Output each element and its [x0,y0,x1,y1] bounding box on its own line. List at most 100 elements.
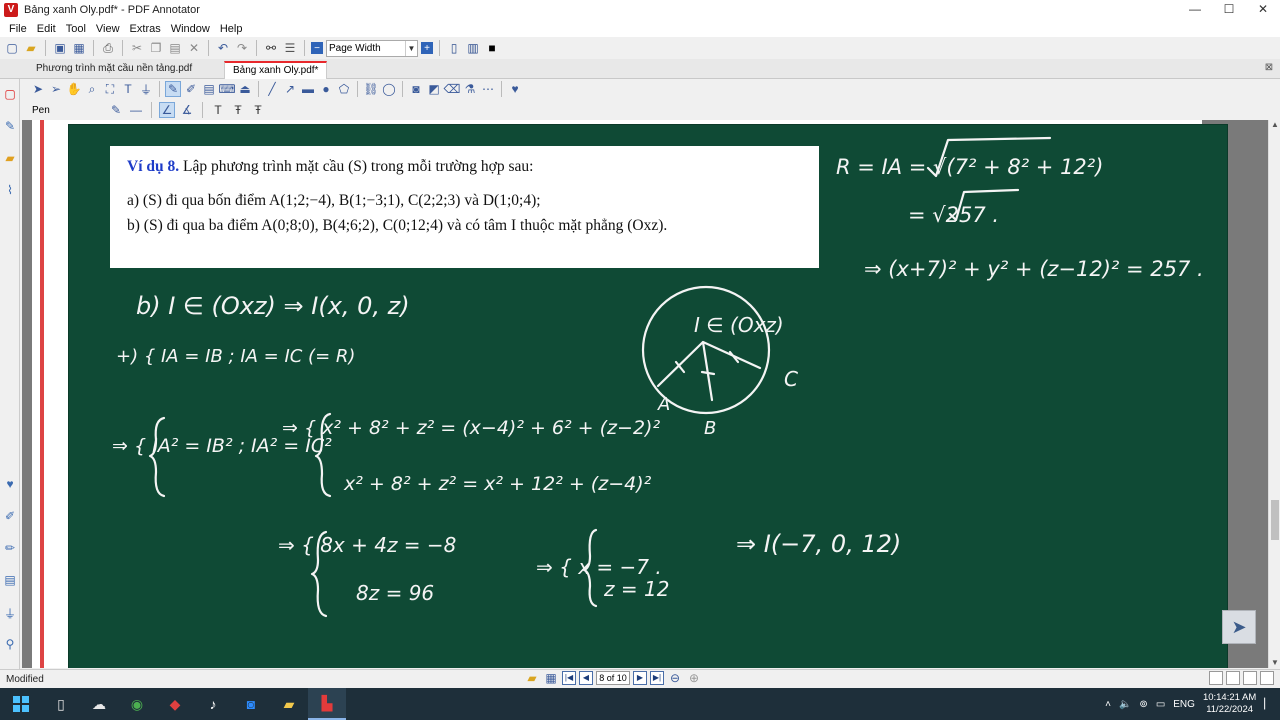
first-page-button[interactable]: |◀ [562,671,576,685]
pen-icon[interactable]: ✎ [2,119,18,135]
more-tools-icon[interactable]: ⋯ [480,81,496,97]
paste-icon[interactable]: ▤ [167,40,183,56]
prev-page-button[interactable]: ◀ [579,671,593,685]
polygon-tool-icon[interactable]: ⬠ [336,81,352,97]
tab-bang-xanh[interactable]: Bảng xanh Oly.pdf* [224,61,328,79]
rectangle-tool-icon[interactable]: ▬ [300,81,316,97]
tab-scroll-icon[interactable]: ⊠ [1262,62,1276,76]
close-button[interactable]: ✕ [1246,0,1280,20]
pen-tool-icon[interactable]: ✎ [165,81,181,97]
tab-phuong-trinh[interactable]: Phương trình mặt cầu nền tảng.pdf [28,61,200,79]
text-box-icon[interactable]: ▤ [2,573,18,589]
open-icon[interactable]: ▰ [23,40,39,56]
view-single-icon[interactable] [1209,671,1223,685]
favorites-heart-icon[interactable]: ♥ [507,81,523,97]
link-tool-icon[interactable]: ⛓ [363,81,379,97]
arrow-tool-icon[interactable]: ↗ [282,81,298,97]
select-arrow-icon[interactable]: ➤ [30,81,46,97]
typewriter-icon[interactable]: ⌨ [218,81,235,97]
tray-chevron-icon[interactable]: ˄ [1105,699,1111,710]
view-double-continuous-icon[interactable] [1260,671,1274,685]
shape-recognition-icon[interactable]: ∡ [179,102,195,118]
undo-icon[interactable]: ↶ [215,40,231,56]
pen-color-icon[interactable]: ✎ [108,102,124,118]
chrome-icon[interactable]: ◉ [118,688,156,720]
zoom-select[interactable]: Page Width ▼ [326,39,418,57]
lasso-tool-icon[interactable]: ◯ [381,81,397,97]
redo-icon[interactable]: ↷ [234,40,250,56]
favorite-heart-icon[interactable]: ♥ [2,477,18,493]
next-page-button[interactable]: ▶ [633,671,647,685]
cloud-app-icon[interactable]: ☁ [80,688,118,720]
tiktok-icon[interactable]: ♪ [194,688,232,720]
stamp-icon[interactable]: ⏚ [2,605,18,621]
maximize-button[interactable]: ☐ [1212,0,1246,20]
cursor-mode-icon[interactable]: ➤ [1222,610,1256,644]
presenter-app-icon[interactable]: ◆ [156,688,194,720]
copy-icon[interactable]: ❐ [148,40,164,56]
menu-tool[interactable]: Tool [61,23,91,35]
forward-icon[interactable]: ⊕ [686,670,702,686]
attachment-icon[interactable]: ⌇ [2,183,18,199]
line-tool-icon[interactable]: ╱ [264,81,280,97]
smooth-pen-icon[interactable]: ∠ [159,102,175,118]
fullscreen-icon[interactable]: ■ [484,40,500,56]
stamp-tool-icon[interactable]: ⏚ [138,81,154,97]
magnifier-icon[interactable]: ⌕ [84,81,100,97]
battery-icon[interactable]: ▭ [1156,699,1165,710]
text-tool-icon[interactable]: T [120,81,136,97]
fill-icon[interactable]: ◩ [426,81,442,97]
scroll-up-icon[interactable]: ▲ [1269,120,1280,130]
view-continuous-icon[interactable] [1226,671,1240,685]
speaker-icon[interactable]: 🔈 [1119,699,1131,710]
notifications-icon[interactable]: ▏ [1264,699,1272,710]
save-icon[interactable]: ▣ [52,40,68,56]
view-double-icon[interactable] [1243,671,1257,685]
last-page-button[interactable]: ▶| [650,671,664,685]
zoom-in-icon[interactable]: + [421,42,433,54]
chevron-down-icon[interactable]: ▼ [405,40,417,56]
camera-icon[interactable]: ◙ [408,81,424,97]
vertical-scrollbar[interactable]: ▲ ▼ [1268,120,1280,668]
menu-window[interactable]: Window [166,23,215,35]
save-all-icon[interactable]: ▦ [71,40,87,56]
pdf-annotator-taskbar-icon[interactable]: ▙ [308,688,346,720]
network-icon[interactable]: ⊚ [1139,699,1147,710]
highlighter-icon[interactable]: ✏ [2,541,18,557]
marker-icon[interactable]: ✐ [2,509,18,525]
menu-view[interactable]: View [91,23,125,35]
binoculars-icon[interactable]: ⚯ [263,40,279,56]
textbox-tool-icon[interactable]: ▤ [201,81,217,97]
circle-tool-icon[interactable]: ● [318,81,334,97]
text-strike-icon[interactable]: Ŧ [230,102,246,118]
delete-icon[interactable]: ✕ [186,40,202,56]
menu-edit[interactable]: Edit [32,23,61,35]
print-icon[interactable]: ⎙ [100,40,116,56]
clock[interactable]: 10:14:21 AM 11/22/2024 [1203,692,1256,716]
new-icon[interactable]: ▢ [4,40,20,56]
back-icon[interactable]: ⊖ [667,670,683,686]
stamp-tool-2-icon[interactable]: ⏏ [237,81,253,97]
text-strikeout-icon[interactable]: Ŧ [250,102,266,118]
thumbnail-icon[interactable]: ▦ [543,670,559,686]
minimize-button[interactable]: — [1178,0,1212,20]
select-arrow-alt-icon[interactable]: ➢ [48,81,64,97]
file-explorer-icon[interactable]: ▰ [270,688,308,720]
text-underline-icon[interactable]: T [210,102,226,118]
cut-icon[interactable]: ✂ [129,40,145,56]
crop-icon[interactable]: ⛶ [102,81,118,97]
windows-start-icon[interactable] [0,688,42,720]
single-page-icon[interactable]: ▯ [446,40,462,56]
eyedropper-icon[interactable]: ⚗ [462,81,478,97]
list-icon[interactable]: ☰ [282,40,298,56]
eraser-icon[interactable]: ⌫ [444,81,461,97]
scroll-thumb[interactable] [1271,500,1279,540]
line-width-icon[interactable]: — [128,102,144,118]
language-indicator[interactable]: ENG [1173,699,1195,710]
two-page-icon[interactable]: ▥ [465,40,481,56]
zoom-icon[interactable]: ◙ [232,688,270,720]
pin-icon[interactable]: ⚲ [2,637,18,653]
zoom-out-icon[interactable]: − [311,42,323,54]
menu-help[interactable]: Help [215,23,248,35]
page-icon[interactable]: ▢ [2,87,18,103]
